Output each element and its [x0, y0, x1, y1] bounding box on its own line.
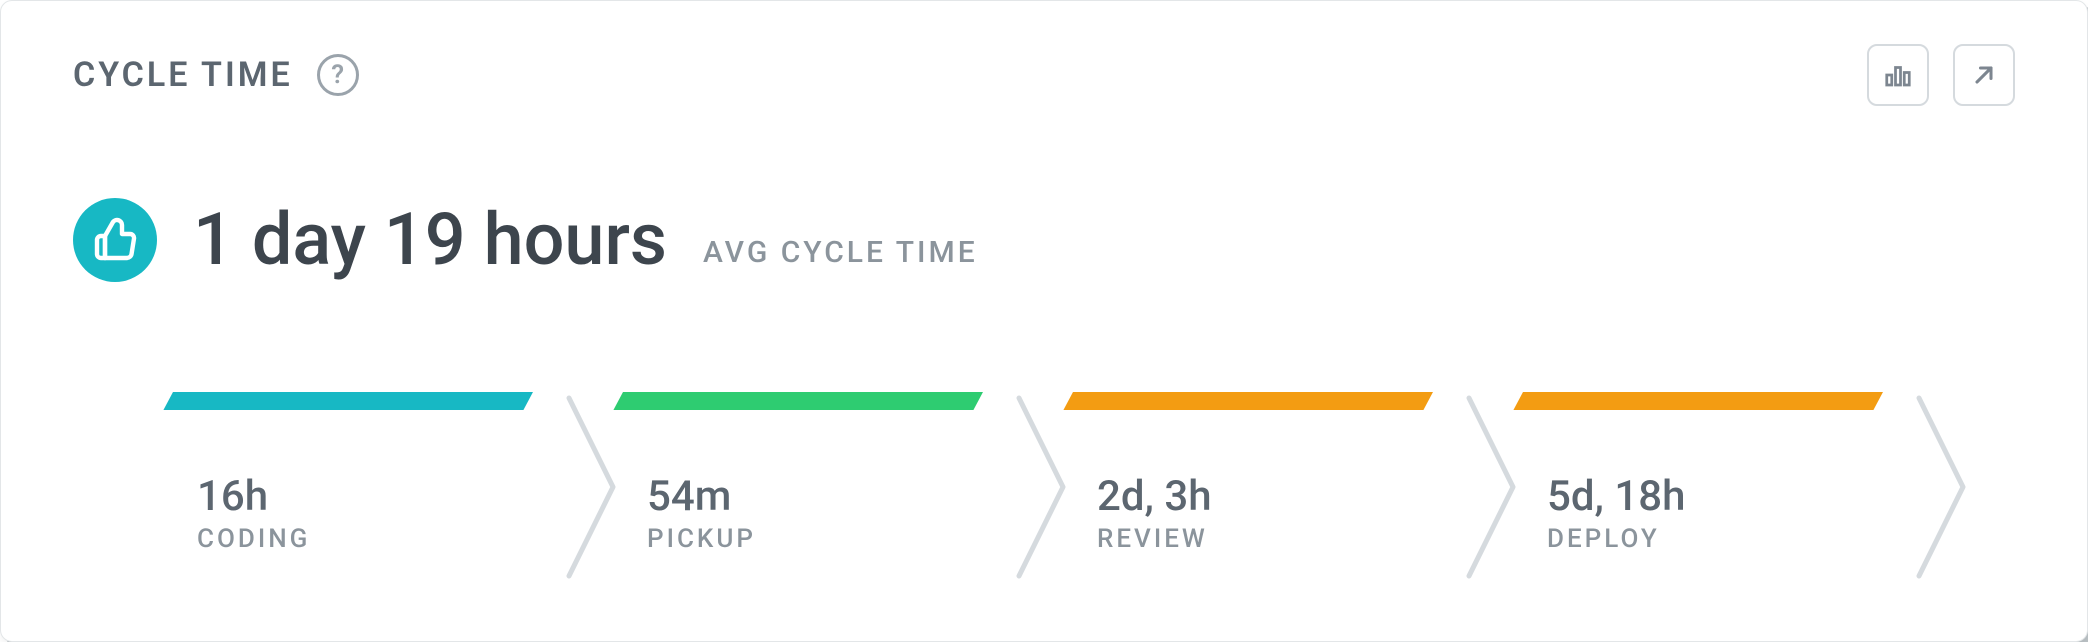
- stage-pickup[interactable]: 54mPICKUP: [623, 392, 983, 612]
- chevron-right-icon: [563, 392, 623, 582]
- chevron-right-icon: [1463, 392, 1523, 582]
- summary-row: 1 day 19 hours AVG CYCLE TIME: [73, 197, 2015, 282]
- status-badge: [73, 198, 157, 282]
- stage-bar: [163, 392, 533, 410]
- card-title: CYCLE TIME: [73, 55, 293, 95]
- bar-chart-button[interactable]: [1867, 44, 1929, 106]
- help-icon[interactable]: ?: [317, 54, 359, 96]
- avg-cycle-time-label: AVG CYCLE TIME: [703, 235, 978, 282]
- thumbs-up-icon: [91, 216, 139, 264]
- stage-bar: [1063, 392, 1433, 410]
- stage-coding[interactable]: 16hCODING: [173, 392, 533, 612]
- stage-label: PICKUP: [647, 524, 756, 554]
- header-actions: [1867, 44, 2015, 106]
- header-left: CYCLE TIME ?: [73, 54, 359, 96]
- avg-cycle-time-value: 1 day 19 hours: [193, 197, 667, 282]
- stage-value: 54m: [647, 472, 731, 521]
- expand-arrow-icon: [1970, 61, 1998, 89]
- stage-label: CODING: [197, 524, 310, 554]
- stage-bar: [613, 392, 983, 410]
- stage-label: REVIEW: [1097, 524, 1208, 554]
- stage-value: 2d, 3h: [1097, 472, 1212, 521]
- bar-chart-icon: [1883, 60, 1913, 90]
- expand-button[interactable]: [1953, 44, 2015, 106]
- stage-label: DEPLOY: [1547, 524, 1660, 554]
- stage-review[interactable]: 2d, 3hREVIEW: [1073, 392, 1433, 612]
- stage-value: 16h: [197, 472, 268, 521]
- stages-diagram: 16hCODING 54mPICKUP 2d, 3hREVIEW 5d, 18hDEP…: [173, 392, 1993, 612]
- chevron-right-icon: [1913, 392, 1973, 582]
- stage-bar: [1513, 392, 1883, 410]
- card-header: CYCLE TIME ?: [73, 45, 2015, 105]
- cycle-time-card: CYCLE TIME ?: [0, 0, 2088, 642]
- stage-deploy[interactable]: 5d, 18hDEPLOY: [1523, 392, 1883, 612]
- stage-value: 5d, 18h: [1547, 472, 1685, 521]
- chevron-right-icon: [1013, 392, 1073, 582]
